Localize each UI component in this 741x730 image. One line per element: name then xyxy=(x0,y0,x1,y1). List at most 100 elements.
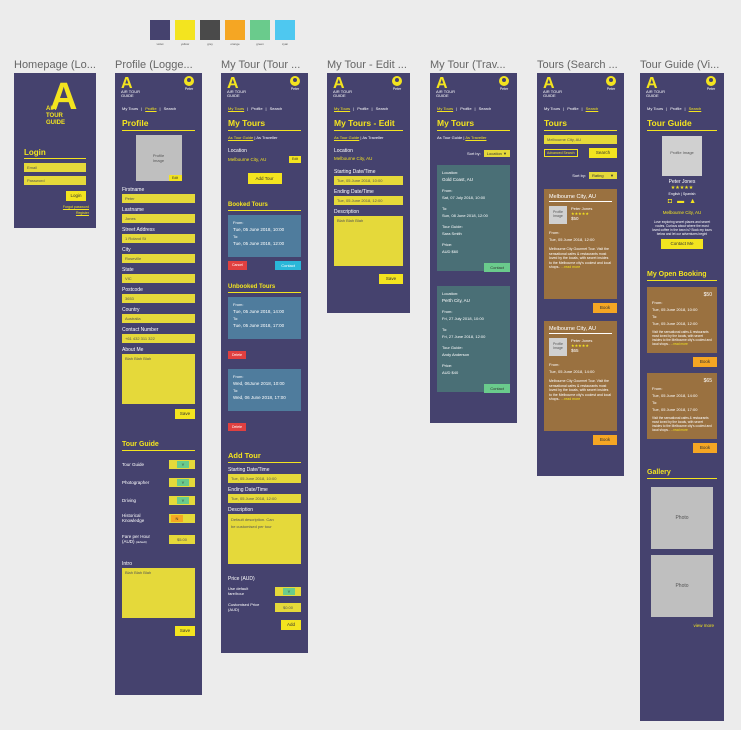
nav-search[interactable]: Search xyxy=(689,106,702,111)
state-input[interactable]: VIC xyxy=(122,274,195,283)
firstname-input[interactable]: Peter xyxy=(122,194,195,203)
login-button[interactable]: Login xyxy=(66,191,86,201)
tab-as-traveller[interactable]: As Traveller xyxy=(465,135,486,140)
view-more-link[interactable]: view more xyxy=(640,623,724,628)
edit-location-button[interactable]: Edit xyxy=(289,156,301,163)
nav-my-tours[interactable]: My Tours xyxy=(334,106,350,111)
tab-as-traveller[interactable]: As Traveller xyxy=(362,135,383,140)
read-more-link[interactable]: ...read more xyxy=(561,265,580,269)
contact-button[interactable]: Contact xyxy=(275,261,301,270)
logo[interactable]: A AIR TOUR GUIDE xyxy=(121,76,143,98)
add-tour-button[interactable]: Add Tour xyxy=(247,173,282,184)
postcode-input[interactable]: 3653 xyxy=(122,294,195,303)
description-input[interactable]: Default description. Can be customised p… xyxy=(228,514,301,564)
nav-my-tours[interactable]: My Tours xyxy=(544,106,560,111)
book-button[interactable]: Book xyxy=(593,303,617,313)
nav-profile[interactable]: Profile xyxy=(145,106,156,111)
tab-as-guide[interactable]: As Tour Guide xyxy=(437,135,462,140)
guide-row-toggle[interactable]: Y xyxy=(169,459,195,469)
advanced-search-button[interactable]: Advanced Search xyxy=(544,149,578,157)
edit-image-button[interactable]: Edit xyxy=(168,175,182,181)
logo[interactable]: A AIR TOUR GUIDE xyxy=(333,76,355,98)
country-input[interactable]: Australia xyxy=(122,314,195,323)
register-link[interactable]: Register xyxy=(76,211,89,215)
default-fare-toggle[interactable]: Y xyxy=(275,586,301,596)
start-input[interactable]: Tue, 05 June 2018, 10:00 xyxy=(334,176,403,185)
save-profile-button[interactable]: Save xyxy=(175,409,195,419)
tab-as-guide[interactable]: As Tour Guide xyxy=(228,135,253,140)
frame-title-mytour-edit[interactable]: My Tour - Edit ... xyxy=(327,59,417,71)
contact-button[interactable]: Contact xyxy=(484,263,510,272)
search-button[interactable]: Search xyxy=(589,148,617,158)
nav-search[interactable]: Search xyxy=(586,106,599,111)
read-more-link[interactable]: ...read more xyxy=(671,342,688,346)
logo[interactable]: A AIR TOUR GUIDE xyxy=(543,76,565,98)
guide-row-toggle[interactable]: Y xyxy=(169,495,195,505)
nav-my-tours[interactable]: My Tours xyxy=(437,106,453,111)
nav-profile[interactable]: Profile xyxy=(567,106,578,111)
fare-input[interactable]: $5.00 xyxy=(169,534,195,544)
guide-row-toggle[interactable]: Y xyxy=(169,477,195,487)
guide-row-toggle[interactable]: N xyxy=(169,513,195,523)
logo[interactable]: A AIR TOUR GUIDE xyxy=(646,76,668,98)
nav-search[interactable]: Search xyxy=(376,106,389,111)
password-field[interactable]: Password xyxy=(24,176,86,185)
nav-my-tours[interactable]: My Tours xyxy=(122,106,138,111)
tab-as-traveller[interactable]: As Traveller xyxy=(256,135,277,140)
from-label: From: xyxy=(442,309,453,314)
contact-input[interactable]: +61 432 311 322 xyxy=(122,334,195,343)
read-more-link[interactable]: ...read more xyxy=(671,428,688,432)
save-intro-button[interactable]: Save xyxy=(175,626,195,636)
street-input[interactable]: 1 Roland St xyxy=(122,234,195,243)
user-menu[interactable]: Peter xyxy=(182,76,196,91)
user-menu[interactable]: Peter xyxy=(497,76,511,91)
frame-title-mytour-traveller[interactable]: My Tour (Trav... xyxy=(430,59,520,71)
intro-input[interactable]: Blah Blah Blah xyxy=(122,568,195,618)
nav-my-tours[interactable]: My Tours xyxy=(228,106,244,111)
email-field[interactable]: Email xyxy=(24,163,86,172)
nav-profile[interactable]: Profile xyxy=(460,106,471,111)
book-button[interactable]: Book xyxy=(693,443,717,453)
sort-select[interactable]: Location ▼ xyxy=(483,150,510,157)
nav-profile[interactable]: Profile xyxy=(251,106,262,111)
frame-title-mytour-guide[interactable]: My Tour (Tour ... xyxy=(221,59,311,71)
nav-search[interactable]: Search xyxy=(479,106,492,111)
nav-profile[interactable]: Profile xyxy=(357,106,368,111)
read-more-link[interactable]: ...read more xyxy=(561,397,580,401)
start-input[interactable]: Tue, 05 June 2018, 10:00 xyxy=(228,474,301,483)
frame-title-profile[interactable]: Profile (Logge... xyxy=(115,59,207,71)
end-input[interactable]: Tue, 05 June 2018, 12:00 xyxy=(228,494,301,503)
about-input[interactable]: Blah Blah Blah xyxy=(122,354,195,404)
city-input[interactable]: Roseville xyxy=(122,254,195,263)
add-button[interactable]: Add xyxy=(281,620,301,630)
save-button[interactable]: Save xyxy=(379,274,403,284)
forgot-password-link[interactable]: Forgot password xyxy=(63,205,89,209)
frame-title-tour-guide[interactable]: Tour Guide (Vi... xyxy=(640,59,734,71)
search-input[interactable]: Melbourne City, AU xyxy=(544,135,617,144)
logo[interactable]: A AIR TOUR GUIDE xyxy=(436,76,458,98)
book-button[interactable]: Book xyxy=(693,357,717,367)
custom-price-input[interactable]: $0.00 xyxy=(275,602,301,612)
frame-title-homepage[interactable]: Homepage (Lo... xyxy=(14,59,104,71)
book-button[interactable]: Book xyxy=(593,435,617,445)
tab-as-guide[interactable]: As Tour Guide xyxy=(334,135,359,140)
sort-select[interactable]: Rating ▼ xyxy=(589,172,617,179)
contact-button[interactable]: Contact xyxy=(484,384,510,393)
nav-my-tours[interactable]: My Tours xyxy=(647,106,663,111)
delete-button[interactable]: Delete xyxy=(228,423,247,431)
frame-title-tours-search[interactable]: Tours (Search ... xyxy=(537,59,627,71)
nav-search[interactable]: Search xyxy=(270,106,283,111)
user-menu[interactable]: Peter xyxy=(288,76,302,91)
nav-search[interactable]: Search xyxy=(164,106,177,111)
user-menu[interactable]: Peter xyxy=(390,76,404,91)
delete-button[interactable]: Delete xyxy=(228,351,247,359)
user-menu[interactable]: Peter xyxy=(604,76,618,91)
description-input[interactable]: Blah Blah Blah xyxy=(334,216,403,266)
cancel-button[interactable]: Cancel xyxy=(228,261,247,270)
lastname-input[interactable]: Jones xyxy=(122,214,195,223)
end-input[interactable]: Tue, 05 June 2018, 12:00 xyxy=(334,196,403,205)
contact-me-button[interactable]: Contact Me xyxy=(661,239,703,249)
user-menu[interactable]: Peter xyxy=(704,76,718,91)
logo[interactable]: A AIR TOUR GUIDE xyxy=(227,76,249,98)
nav-profile[interactable]: Profile xyxy=(670,106,681,111)
